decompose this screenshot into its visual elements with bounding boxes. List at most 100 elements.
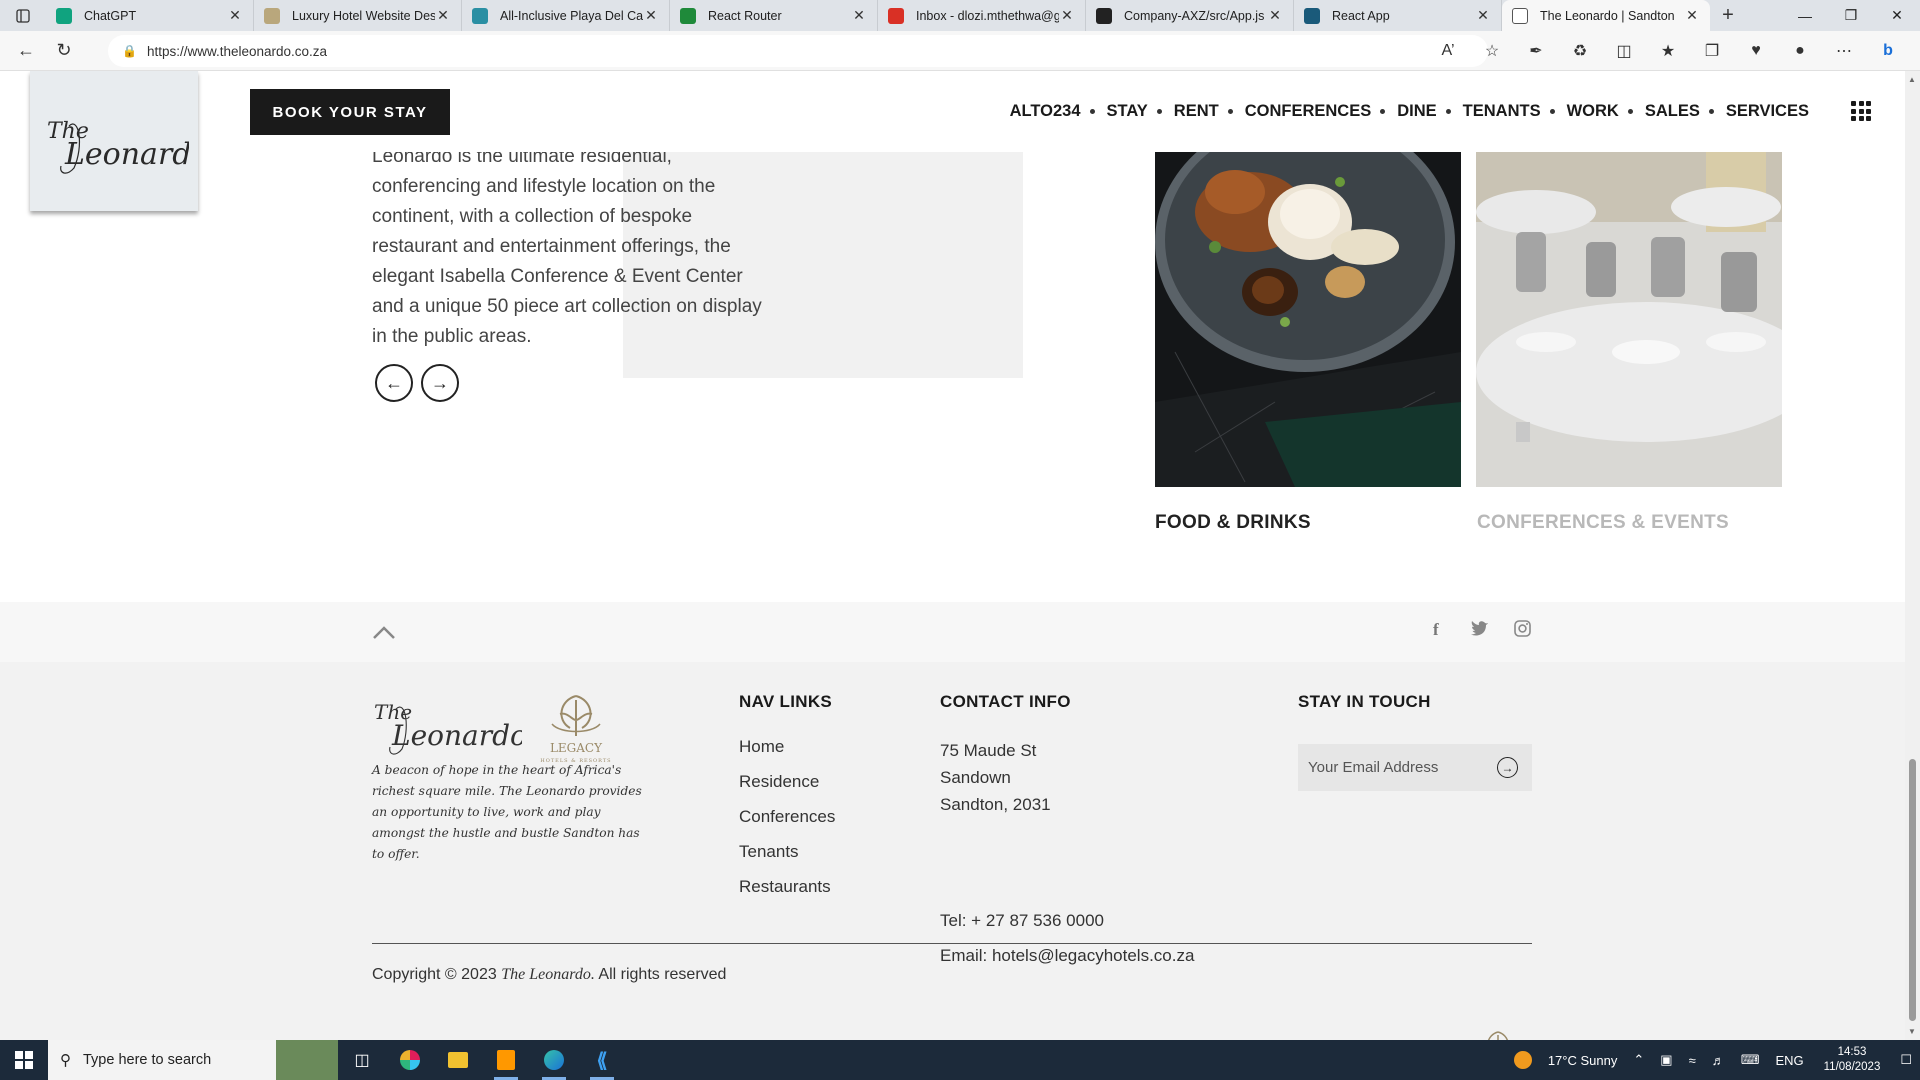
browser-tab[interactable]: ChatGPT ✕ <box>46 0 254 31</box>
more-options-icon[interactable]: ⋯ <box>1822 41 1866 61</box>
tab-close-icon[interactable]: ✕ <box>643 7 659 24</box>
telephone-text[interactable]: Tel: + 27 87 536 0000 <box>940 907 1104 934</box>
copyright-text: Copyright © 2023 The Leonardo. All right… <box>372 966 726 984</box>
back-button[interactable]: ← <box>8 33 44 69</box>
nav-item-dine[interactable]: DINE <box>1397 102 1462 121</box>
conferences-events-image[interactable] <box>1476 152 1782 487</box>
favorite-star-icon[interactable]: ☆ <box>1470 41 1514 61</box>
tab-actions-button[interactable] <box>0 0 46 31</box>
minimize-button[interactable]: — <box>1782 0 1828 31</box>
tab-label: All-Inclusive Playa Del Carm <box>500 8 643 23</box>
facebook-icon[interactable]: f <box>1433 620 1439 640</box>
newsletter-submit-button[interactable]: → <box>1497 757 1518 778</box>
tab-close-icon[interactable]: ✕ <box>1475 7 1491 24</box>
scrollbar-thumb[interactable] <box>1909 759 1916 1021</box>
keyboard-icon[interactable]: ⌨ <box>1741 1052 1760 1068</box>
tab-favicon-icon <box>888 7 904 24</box>
site-logo[interactable]: The Leonardo <box>30 71 198 211</box>
browser-tab[interactable]: The Leonardo | Sandton ✕ <box>1502 0 1710 31</box>
bing-copilot-icon[interactable]: b <box>1866 42 1910 60</box>
nav-item-tenants[interactable]: TENANTS <box>1463 102 1567 121</box>
tab-close-icon[interactable]: ✕ <box>435 7 451 24</box>
previous-slide-button[interactable]: ← <box>375 364 413 402</box>
tab-close-icon[interactable]: ✕ <box>1059 7 1075 24</box>
browser-tab[interactable]: Inbox - dlozi.mthethwa@g ✕ <box>878 0 1086 31</box>
footer-link-restaurants[interactable]: Restaurants <box>739 877 831 897</box>
browser-address-bar: ← ↻ 🔒 https://www.theleonardo.co.za A’ ☆… <box>0 31 1920 71</box>
book-your-stay-button[interactable]: BOOK YOUR STAY <box>250 89 450 135</box>
browser-essentials-icon[interactable]: ♥ <box>1734 42 1778 60</box>
new-tab-button[interactable]: + <box>1710 0 1746 31</box>
instagram-icon[interactable] <box>1514 620 1531 642</box>
nav-item-conferences[interactable]: CONFERENCES <box>1245 102 1398 121</box>
sublime-text-button[interactable] <box>482 1040 530 1080</box>
read-aloud-icon[interactable]: A’ <box>1426 42 1470 60</box>
extensions-puzzle-icon[interactable]: ♻ <box>1558 41 1602 61</box>
refresh-button[interactable]: ↻ <box>46 33 82 69</box>
language-indicator[interactable]: ENG <box>1775 1053 1803 1068</box>
browser-tab[interactable]: Luxury Hotel Website Desig ✕ <box>254 0 462 31</box>
tab-close-icon[interactable]: ✕ <box>1267 7 1283 24</box>
nav-item-label: SERVICES <box>1725 102 1809 120</box>
nav-separator-dot <box>1549 109 1555 114</box>
page-scrollbar[interactable]: ▲ ▼ <box>1905 71 1920 1040</box>
nav-item-stay[interactable]: STAY <box>1107 102 1174 121</box>
favorites-icon[interactable]: ★ <box>1646 41 1690 61</box>
footer-link-tenants[interactable]: Tenants <box>739 842 799 862</box>
split-screen-icon[interactable]: ◫ <box>1602 41 1646 61</box>
browser-tab[interactable]: React Router ✕ <box>670 0 878 31</box>
show-hidden-icons[interactable]: ⌃ <box>1633 1052 1644 1068</box>
nav-item-alto234[interactable]: ALTO234 <box>1010 102 1107 121</box>
legacy-crest-icon: LEGACY HOTELS & RESORTS <box>540 695 611 764</box>
food-drinks-image[interactable] <box>1155 152 1461 487</box>
footer-link-conferences[interactable]: Conferences <box>739 807 835 827</box>
copyright-prefix: Copyright © 2023 <box>372 966 502 983</box>
legacy-hotels-logo[interactable]: LEGACY HOTELS & RESORTS <box>530 690 622 771</box>
profile-avatar[interactable]: ● <box>1778 42 1822 60</box>
food-drinks-title[interactable]: FOOD & DRINKS <box>1155 512 1311 534</box>
search-highlight-image <box>276 1040 338 1080</box>
nav-item-sales[interactable]: SALES <box>1645 102 1726 121</box>
browser-tab[interactable]: Company-AXZ/src/App.js a ✕ <box>1086 0 1294 31</box>
nav-item-work[interactable]: WORK <box>1567 102 1645 121</box>
nav-item-rent[interactable]: RENT <box>1174 102 1245 121</box>
tab-close-icon[interactable]: ✕ <box>227 7 243 24</box>
tab-close-icon[interactable]: ✕ <box>1684 7 1700 24</box>
network-icon[interactable]: ≈ <box>1689 1053 1696 1068</box>
browser-tab[interactable]: All-Inclusive Playa Del Carm ✕ <box>462 0 670 31</box>
restore-button[interactable]: ❐ <box>1828 0 1874 31</box>
notifications-icon[interactable]: ☐ <box>1900 1052 1912 1068</box>
email-text[interactable]: Email: hotels@legacyhotels.co.za <box>940 942 1194 969</box>
vscode-button[interactable]: ⟪ <box>578 1040 626 1080</box>
footer-link-home[interactable]: Home <box>739 737 784 757</box>
close-window-button[interactable]: ✕ <box>1874 0 1920 31</box>
taskbar-search-input[interactable]: ⚲ Type here to search <box>48 1040 338 1080</box>
collections-icon[interactable]: ❐ <box>1690 41 1734 61</box>
url-input[interactable]: 🔒 https://www.theleonardo.co.za <box>108 35 1488 67</box>
nav-separator-dot <box>1156 109 1162 114</box>
task-view-button[interactable]: ◫ <box>338 1040 386 1080</box>
browser-tab[interactable]: React App ✕ <box>1294 0 1502 31</box>
start-button[interactable] <box>0 1040 48 1080</box>
next-slide-button[interactable]: → <box>421 364 459 402</box>
footer-legacy-logo[interactable]: LEGACY <box>1466 1028 1530 1040</box>
apps-grid-icon[interactable] <box>1851 101 1871 121</box>
file-explorer-button[interactable] <box>434 1040 482 1080</box>
lock-icon: 🔒 <box>122 44 137 58</box>
conferences-events-title[interactable]: CONFERENCES & EVENTS <box>1477 512 1729 534</box>
weather-text[interactable]: 17°C Sunny <box>1548 1053 1618 1068</box>
tab-close-icon[interactable]: ✕ <box>851 7 867 24</box>
newsletter-email-input[interactable] <box>1308 759 1488 776</box>
sublime-icon <box>497 1050 515 1070</box>
edge-browser-button[interactable] <box>530 1040 578 1080</box>
footer-link-residence[interactable]: Residence <box>739 772 819 792</box>
extension-icon[interactable]: ✒ <box>1514 41 1558 61</box>
nav-item-label: SALES <box>1644 102 1700 120</box>
volume-icon[interactable]: ♬ <box>1712 1053 1725 1068</box>
meet-now-icon[interactable]: ▣ <box>1660 1052 1672 1068</box>
nav-item-services[interactable]: SERVICES <box>1726 102 1809 121</box>
scroll-to-top-icon[interactable] <box>372 620 396 646</box>
twitter-icon[interactable] <box>1471 620 1489 641</box>
slack-app-button[interactable] <box>386 1040 434 1080</box>
taskbar-clock[interactable]: 14:53 11/08/2023 <box>1824 1045 1881 1075</box>
